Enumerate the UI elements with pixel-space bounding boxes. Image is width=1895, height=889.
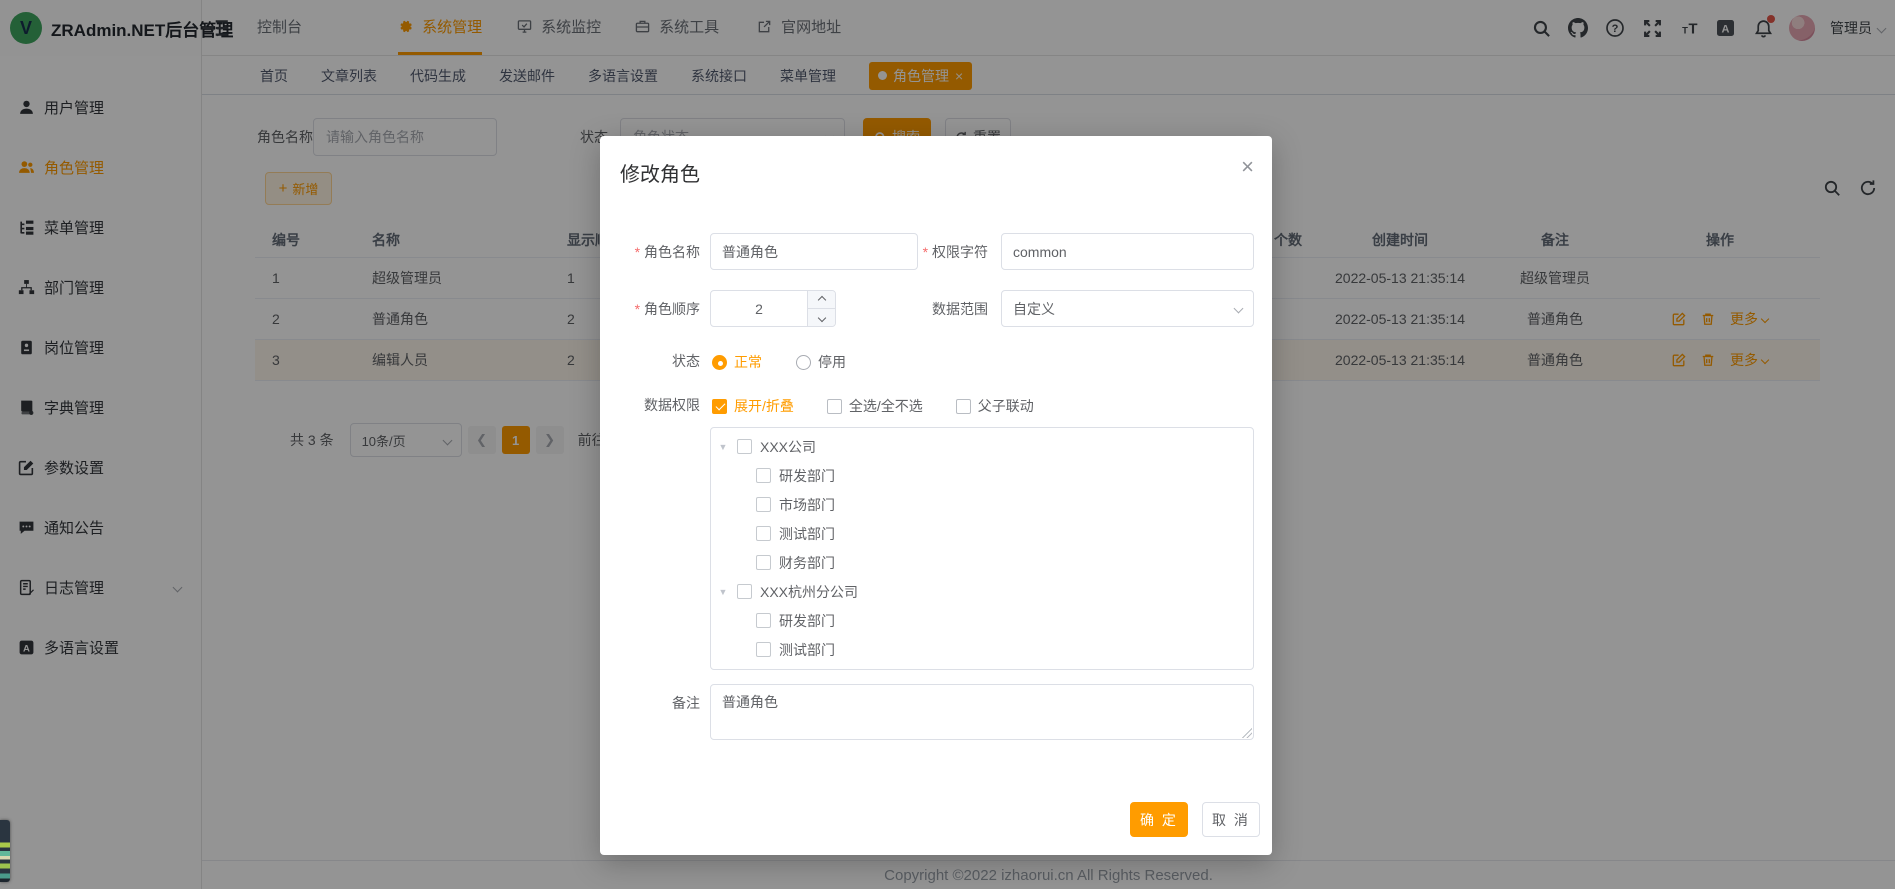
dialog-row-status: 状态 正常 停用	[620, 350, 1254, 374]
close-icon[interactable]: ×	[1241, 156, 1254, 178]
tree-node[interactable]: ▼ XXX公司	[711, 432, 1253, 461]
role-name-field[interactable]	[710, 233, 918, 270]
permission-key-label: 权限字符	[916, 233, 988, 271]
tree-node-checkbox[interactable]	[737, 439, 752, 454]
department-tree: ▼ XXX公司 研发部门 市场部门	[710, 427, 1254, 670]
expand-collapse-checkbox[interactable]: 展开/折叠	[712, 396, 794, 416]
stepper-up-button[interactable]	[808, 291, 835, 309]
tree-node[interactable]: 财务部门	[711, 548, 1253, 577]
data-scope-label: 数据范围	[916, 290, 988, 328]
dialog-row-permissions: 数据权限 展开/折叠 全选/全不选 父子联动	[620, 394, 1254, 418]
caret-down-icon[interactable]: ▼	[717, 442, 729, 452]
parent-child-link-checkbox[interactable]: 父子联动	[956, 396, 1034, 416]
tree-node[interactable]: ▼ XXX杭州分公司	[711, 577, 1253, 606]
tree-node-checkbox[interactable]	[756, 497, 771, 512]
select-all-checkbox[interactable]: 全选/全不选	[827, 396, 923, 416]
chevron-down-icon	[1234, 304, 1244, 314]
tree-node-checkbox[interactable]	[756, 642, 771, 657]
role-order-label: 角色顺序	[620, 290, 700, 328]
confirm-button[interactable]: 确 定	[1130, 802, 1188, 837]
dialog-row-name: 角色名称 权限字符	[620, 233, 1254, 271]
tree-node[interactable]: 研发部门	[711, 461, 1253, 490]
dialog-row-order: 角色顺序 2 数据范围 自定义	[620, 290, 1254, 328]
role-name-label: 角色名称	[620, 233, 700, 271]
permission-key-field[interactable]	[1001, 233, 1254, 270]
tree-node[interactable]: 测试部门	[711, 519, 1253, 548]
remark-textarea[interactable]: 普通角色	[710, 684, 1254, 740]
tree-node[interactable]: 市场部门	[711, 490, 1253, 519]
data-permission-label: 数据权限	[620, 394, 700, 432]
dialog-title: 修改角色	[620, 158, 700, 187]
tree-node[interactable]: 研发部门	[711, 606, 1253, 635]
tree-node-checkbox[interactable]	[756, 468, 771, 483]
tree-node-checkbox[interactable]	[756, 613, 771, 628]
status-radio-normal[interactable]: 正常	[712, 352, 762, 372]
edit-role-dialog: 修改角色 × 角色名称 权限字符 角色顺序 2 数据范围 自定义	[600, 136, 1272, 855]
tree-node-checkbox[interactable]	[756, 555, 771, 570]
tree-node-checkbox[interactable]	[756, 526, 771, 541]
cancel-button[interactable]: 取 消	[1202, 802, 1260, 837]
app-screen: V ZRAdmin.NET后台管理 控制台 系统管理 系统监控 系统工具 官网地…	[0, 0, 1895, 889]
profiler-widget[interactable]	[0, 820, 10, 882]
data-scope-select[interactable]: 自定义	[1001, 290, 1254, 327]
role-order-stepper[interactable]: 2	[710, 290, 836, 327]
remark-label: 备注	[620, 684, 700, 722]
status-radio-disabled[interactable]: 停用	[796, 352, 846, 372]
stepper-down-button[interactable]	[808, 309, 835, 326]
status-label: 状态	[620, 350, 700, 388]
dialog-footer: 确 定 取 消	[1130, 802, 1260, 837]
caret-down-icon[interactable]: ▼	[717, 587, 729, 597]
tree-node-checkbox[interactable]	[737, 584, 752, 599]
tree-node[interactable]: 测试部门	[711, 635, 1253, 664]
